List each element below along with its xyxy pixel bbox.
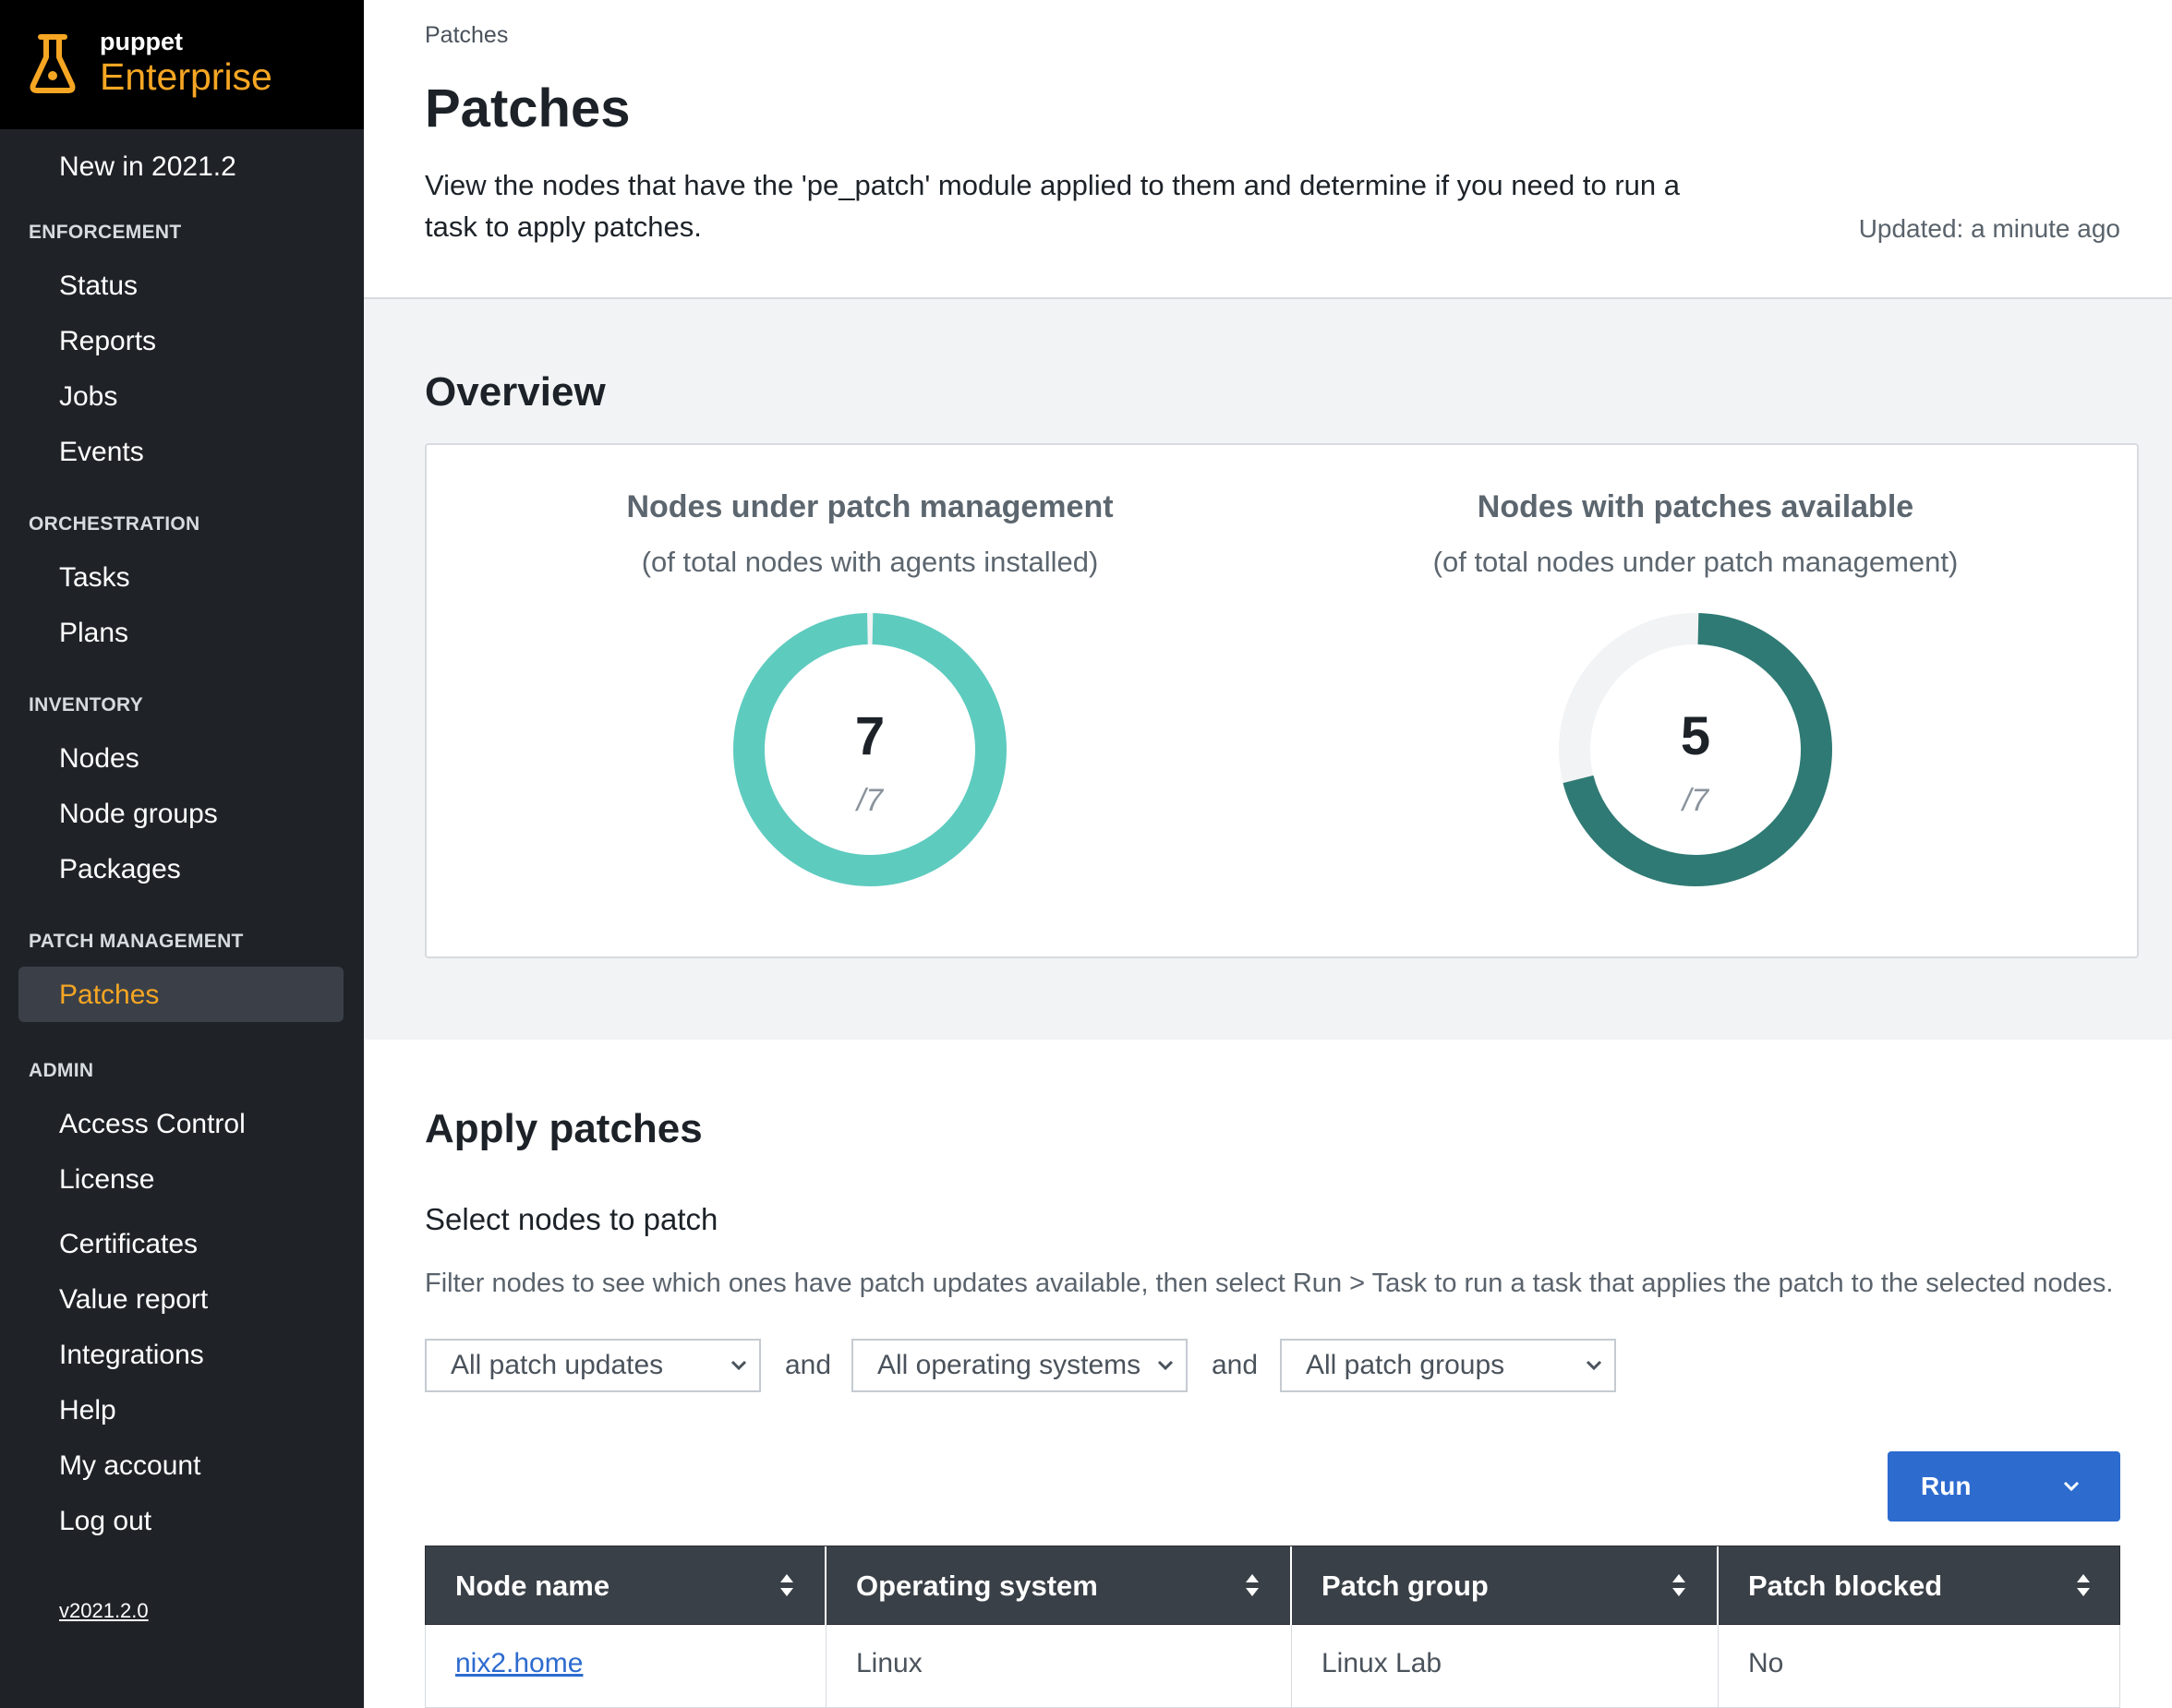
chevron-down-icon [730, 1360, 747, 1371]
select-value: All patch groups [1306, 1350, 1505, 1380]
column-header-node-name[interactable]: Node name [426, 1546, 827, 1626]
donut-value: 5 [1680, 706, 1711, 766]
sidebar-section-patch-management: PATCH MANAGEMENT [29, 931, 244, 952]
run-button[interactable]: Run [1888, 1451, 2120, 1522]
brand-logo[interactable]: puppet Enterprise [0, 0, 364, 129]
version-link[interactable]: v2021.2.0 [59, 1599, 149, 1623]
overview-title: Overview [425, 369, 606, 415]
sidebar-item-jobs[interactable]: Jobs [59, 381, 117, 413]
table-header: Node name Operating system Patch group P… [425, 1546, 2121, 1626]
sort-icon [1672, 1574, 1685, 1596]
sidebar-section-inventory: INVENTORY [29, 694, 144, 716]
node-link[interactable]: nix2.home [455, 1648, 583, 1678]
sidebar-item-status[interactable]: Status [59, 271, 138, 302]
donut-value: 7 [854, 706, 886, 766]
cell-patch-blocked: No [1748, 1648, 1784, 1678]
column-header-patch-blocked[interactable]: Patch blocked [1719, 1546, 2121, 1626]
donut-total: /7 [856, 783, 884, 818]
sort-icon [2077, 1574, 2090, 1596]
page-title: Patches [425, 78, 631, 138]
column-header-operating-system[interactable]: Operating system [827, 1546, 1292, 1626]
brand-name-bottom: Enterprise [100, 55, 272, 98]
chevron-down-icon [2063, 1481, 2080, 1492]
sidebar-item-certificates[interactable]: Certificates [59, 1229, 198, 1260]
run-label: Run [1921, 1472, 1972, 1500]
and-label: and [1212, 1350, 1259, 1380]
overview-card: Nodes under patch management (of total n… [425, 443, 2139, 958]
filter-patch-updates-select[interactable]: All patch updates [425, 1339, 761, 1392]
sidebar-section-enforcement: ENFORCEMENT [29, 222, 182, 243]
sidebar-item-events[interactable]: Events [59, 437, 144, 468]
filter-os-select[interactable]: All operating systems [851, 1339, 1188, 1392]
sidebar-section-admin: ADMIN [29, 1060, 94, 1081]
column-label: Operating system [856, 1570, 1098, 1602]
filter-patch-groups-select[interactable]: All patch groups [1280, 1339, 1616, 1392]
sidebar-item-new[interactable]: New in 2021.2 [59, 151, 236, 183]
column-label: Node name [455, 1570, 610, 1602]
donut-total: /7 [1682, 783, 1709, 818]
page-header: Patches Patches View the nodes that have… [364, 0, 2172, 299]
sidebar-item-reports[interactable]: Reports [59, 326, 156, 357]
sidebar-item-nodes[interactable]: Nodes [59, 743, 139, 775]
apply-title: Apply patches [425, 1106, 703, 1151]
select-value: All patch updates [451, 1350, 664, 1380]
cell-patch-group: Linux Lab [1292, 1625, 1719, 1708]
sidebar-item-license[interactable]: License [59, 1164, 154, 1196]
sidebar-item-value-report[interactable]: Value report [59, 1284, 208, 1316]
table-row: nix2.home Linux Linux Lab No [425, 1625, 2120, 1708]
sidebar-item-log-out[interactable]: Log out [59, 1506, 151, 1537]
chevron-down-icon [1586, 1360, 1602, 1371]
cell-node-name: nix2.home [426, 1625, 827, 1708]
breadcrumb[interactable]: Patches [425, 22, 508, 49]
donut-chart-managed: 7 /7 [733, 613, 1007, 886]
column-label: Patch group [1321, 1570, 1489, 1602]
sidebar-section-orchestration: ORCHESTRATION [29, 513, 200, 535]
updated-timestamp: Updated: a minute ago [1858, 214, 2120, 243]
sidebar: puppet Enterprise New in 2021.2 ENFORCEM… [0, 0, 364, 1708]
sort-icon [780, 1574, 793, 1596]
brand-name-top: puppet [100, 28, 183, 55]
sidebar-item-my-account[interactable]: My account [59, 1450, 200, 1482]
sidebar-item-patches[interactable]: Patches [59, 980, 159, 1011]
sidebar-item-plans[interactable]: Plans [59, 618, 128, 649]
apply-subtitle: Select nodes to patch [425, 1202, 718, 1236]
sidebar-item-packages[interactable]: Packages [59, 854, 181, 885]
apply-description: Filter nodes to see which ones have patc… [425, 1269, 2114, 1298]
donut-wrap-2: 5 /7 [1280, 445, 2111, 956]
page-description: View the nodes that have the 'pe_patch' … [425, 169, 1680, 243]
chevron-down-icon [1157, 1360, 1174, 1371]
and-label: and [785, 1350, 832, 1380]
sort-icon [1246, 1574, 1259, 1596]
main-content: Patches Patches View the nodes that have… [364, 0, 2172, 1708]
donut-chart-available: 5 /7 [1559, 613, 1832, 886]
sidebar-item-access-control[interactable]: Access Control [59, 1109, 246, 1140]
sidebar-item-tasks[interactable]: Tasks [59, 562, 130, 594]
column-label: Patch blocked [1748, 1570, 1943, 1602]
donut-wrap-1: 7 /7 [454, 445, 1285, 956]
sidebar-item-integrations[interactable]: Integrations [59, 1340, 204, 1371]
column-header-patch-group[interactable]: Patch group [1292, 1546, 1719, 1626]
cell-operating-system: Linux [827, 1625, 1292, 1708]
select-value: All operating systems [877, 1350, 1141, 1380]
apply-patches-section: Apply patches Select nodes to patch Filt… [364, 1040, 2172, 1708]
sidebar-item-help[interactable]: Help [59, 1395, 116, 1426]
flask-icon [30, 34, 76, 93]
sidebar-item-node-groups[interactable]: Node groups [59, 799, 218, 830]
overview-section: Overview Nodes under patch management (o… [364, 299, 2172, 1040]
